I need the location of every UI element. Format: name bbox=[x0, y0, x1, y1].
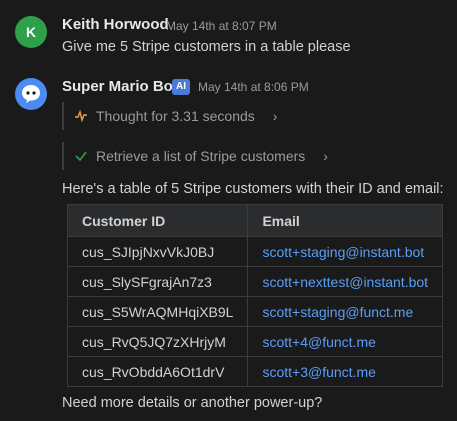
customer-id-cell: cus_S5WrAQMHqiXB9L bbox=[66, 296, 249, 327]
check-icon bbox=[75, 151, 87, 162]
chevron-right-icon: › bbox=[272, 108, 278, 124]
bot-outro-text: Need more details or another power-up? bbox=[62, 395, 323, 411]
table-row: cus_RvObddA6Ot1drV scott+3@funct.me bbox=[66, 356, 444, 387]
table-header-row: Customer ID Email bbox=[66, 204, 444, 237]
user-message-text: Give me 5 Stripe customers in a table pl… bbox=[62, 39, 351, 55]
thought-step[interactable]: Thought for 3.31 seconds › bbox=[62, 102, 277, 130]
chevron-right-icon: › bbox=[323, 148, 328, 164]
customer-id-cell: cus_SlySFgrajAn7z3 bbox=[66, 266, 249, 297]
bot-intro-text: Here's a table of 5 Stripe customers wit… bbox=[62, 181, 444, 197]
ai-badge: AI bbox=[172, 79, 190, 95]
message-timestamp[interactable]: May 14th at 8:06 PM bbox=[198, 80, 309, 94]
bot-face-icon bbox=[22, 85, 40, 103]
customer-id-cell: cus_RvQ5JQ7zXHrjyM bbox=[66, 326, 249, 357]
customer-id-cell: cus_RvObddA6Ot1drV bbox=[66, 356, 249, 387]
table-row: cus_S5WrAQMHqiXB9L scott+staging@funct.m… bbox=[66, 296, 444, 327]
column-header-email: Email bbox=[247, 204, 444, 237]
column-header-customer-id: Customer ID bbox=[66, 204, 249, 237]
table-row: cus_SJIpjNxvVkJ0BJ scott+staging@instant… bbox=[66, 236, 444, 267]
user-name[interactable]: Keith Horwood bbox=[62, 16, 169, 33]
customer-id-cell: cus_SJIpjNxvVkJ0BJ bbox=[66, 236, 249, 267]
email-link[interactable]: scott+4@funct.me bbox=[247, 326, 444, 357]
table-row: cus_SlySFgrajAn7z3 scott+nexttest@instan… bbox=[66, 266, 444, 297]
email-link[interactable]: scott+staging@funct.me bbox=[247, 296, 444, 327]
tool-step[interactable]: Retrieve a list of Stripe customers › bbox=[62, 142, 328, 170]
user-avatar[interactable]: K bbox=[15, 16, 47, 48]
customers-table: Customer ID Email cus_SJIpjNxvVkJ0BJ sco… bbox=[66, 204, 444, 387]
email-link[interactable]: scott+3@funct.me bbox=[247, 356, 444, 387]
message-timestamp[interactable]: May 14th at 8:07 PM bbox=[166, 19, 277, 33]
bot-name[interactable]: Super Mario Bot bbox=[62, 78, 178, 95]
activity-icon bbox=[75, 109, 87, 123]
step-label: Retrieve a list of Stripe customers bbox=[96, 148, 306, 164]
email-link[interactable]: scott+staging@instant.bot bbox=[247, 236, 444, 267]
table-row: cus_RvQ5JQ7zXHrjyM scott+4@funct.me bbox=[66, 326, 444, 357]
step-label: Thought for 3.31 seconds bbox=[96, 108, 255, 124]
bot-avatar[interactable] bbox=[15, 78, 47, 110]
email-link[interactable]: scott+nexttest@instant.bot bbox=[247, 266, 444, 297]
